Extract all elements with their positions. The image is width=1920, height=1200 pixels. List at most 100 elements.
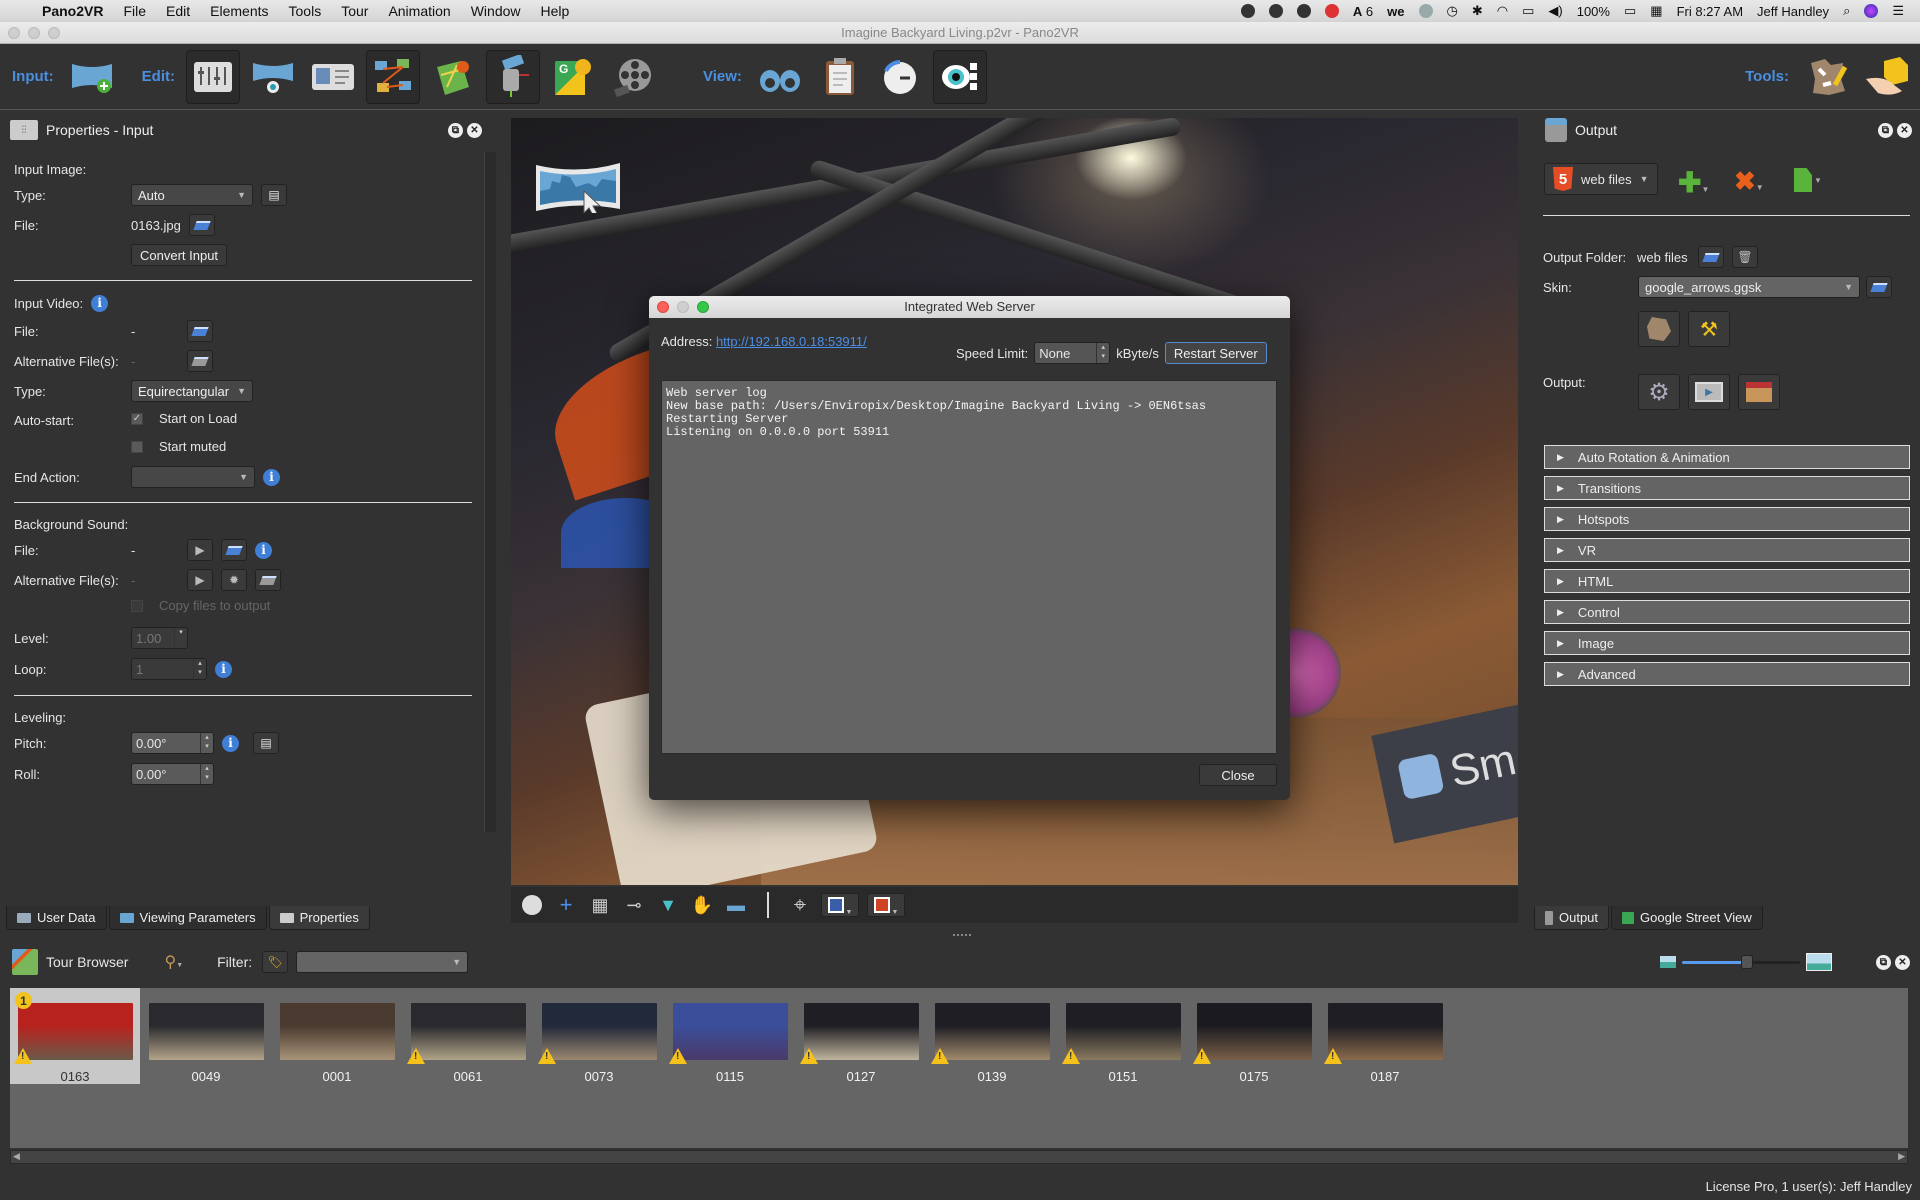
open-sound-file-button[interactable] [221, 539, 247, 561]
undock-icon[interactable]: ⧉ [448, 122, 463, 138]
stamp-menu-button[interactable]: ⚲▼ [164, 952, 183, 972]
end-action-select[interactable]: ▼ [131, 466, 255, 488]
menu-file[interactable]: File [113, 3, 156, 19]
close-icon[interactable]: ✕ [1897, 122, 1912, 138]
menu-tools[interactable]: Tools [279, 3, 332, 19]
menu-app-name[interactable]: Pano2VR [32, 3, 113, 19]
panorama-thumbnail[interactable]: 0001 [272, 988, 402, 1084]
grid-button[interactable]: ▦ [587, 892, 613, 918]
timer-button[interactable] [873, 50, 927, 104]
play-sound-button[interactable]: ▶ [187, 539, 213, 561]
panorama-thumbnail[interactable]: 0073! [534, 988, 664, 1084]
splitter-handle[interactable] [953, 934, 971, 936]
time-machine-icon[interactable]: ◷ [1447, 3, 1458, 19]
window-zoom-button[interactable] [48, 27, 60, 39]
server-log-textarea[interactable]: Web server log New base path: /Users/Env… [661, 380, 1277, 754]
panorama-thumbnail[interactable]: 0163! 1 [10, 988, 140, 1084]
package-output-button[interactable] [1738, 374, 1780, 410]
spinner-arrow-icon[interactable]: ▾ [174, 628, 187, 648]
google-street-view-button[interactable]: G [546, 50, 600, 104]
open-image-file-button[interactable] [188, 214, 215, 236]
section-hotspots[interactable]: ▶ Hotspots [1544, 507, 1910, 531]
barrier-button[interactable]: ⊸ [621, 892, 647, 918]
loop-spinbox[interactable]: 1 ▴ ▾ [131, 658, 207, 680]
tab-properties[interactable]: Properties [268, 906, 370, 930]
info-icon[interactable]: i [255, 541, 272, 559]
checkbox-unchecked[interactable] [131, 599, 143, 612]
properties-scrollbar[interactable] [484, 152, 496, 832]
play-alt-sound-button[interactable]: ▶ [187, 569, 213, 591]
calendar-tray-icon[interactable]: ▦ [1650, 3, 1662, 19]
panorama-thumbnail[interactable]: 0049 [141, 988, 271, 1084]
compass-button[interactable] [519, 892, 545, 918]
close-icon[interactable]: ✕ [467, 122, 482, 138]
wifi-icon[interactable]: ◠ [1497, 3, 1508, 19]
wetransfer-tray-icon[interactable]: we [1387, 4, 1404, 19]
user-name[interactable]: Jeff Handley [1757, 4, 1829, 19]
evernote-tray-icon[interactable] [1240, 4, 1255, 18]
speed-limit-spinbox[interactable]: None ▴ ▾ [1034, 342, 1111, 364]
copy-leveling-button[interactable]: ▤ [253, 732, 279, 754]
tour-browser-scrollbar[interactable]: ◀ ▶ [10, 1150, 1908, 1164]
open-output-folder-button[interactable] [1698, 246, 1724, 268]
floor-plan-button[interactable] [426, 50, 480, 104]
notification-center-icon[interactable]: ☰ [1892, 3, 1904, 19]
skin-editor-tool-button[interactable] [1800, 50, 1854, 104]
menu-elements[interactable]: Elements [200, 3, 278, 19]
close-button[interactable]: Close [1199, 764, 1277, 786]
preview-button[interactable] [753, 50, 807, 104]
menu-animation[interactable]: Animation [378, 3, 460, 19]
spotlight-search-icon[interactable]: ⌕ [1843, 3, 1850, 19]
add-output-button[interactable]: ✚▼ [1678, 166, 1709, 199]
level-spinbox[interactable]: 1.00 ▾ [131, 627, 188, 649]
open-skin-button[interactable] [1866, 276, 1892, 298]
filter-select[interactable]: ▼ [296, 951, 469, 973]
panorama-thumbnail[interactable]: 0127! [796, 988, 926, 1084]
menu-help[interactable]: Help [531, 3, 580, 19]
undock-icon[interactable]: ⧉ [1878, 122, 1893, 138]
sync-tray-icon[interactable] [1268, 4, 1283, 18]
properties-button[interactable] [185, 49, 240, 104]
object2vr-tool-button[interactable] [1860, 50, 1914, 104]
checkbox-checked[interactable]: ✓ [131, 412, 143, 425]
skin-select[interactable]: google_arrows.ggsk ▼ [1638, 276, 1860, 298]
clear-output-folder-button[interactable]: 🗑 [1732, 246, 1758, 268]
start-on-load-checkbox[interactable]: ✓ Start on Load [131, 411, 237, 426]
pitch-spinbox[interactable]: 0.00° ▴ ▾ [131, 732, 214, 754]
restart-server-button[interactable]: Restart Server [1164, 342, 1267, 364]
menu-edit[interactable]: Edit [156, 3, 200, 19]
window-close-button[interactable] [8, 27, 20, 39]
tab-google-street-view[interactable]: Google Street View [1611, 906, 1763, 930]
image-type-select[interactable]: Auto ▼ [131, 184, 253, 206]
clock[interactable]: Fri 8:27 AM [1677, 4, 1743, 19]
tour-map-button[interactable] [365, 49, 420, 104]
sound-settings-button[interactable]: ✹ [221, 569, 247, 591]
delete-output-button[interactable]: ✖▼ [1734, 166, 1764, 197]
roll-spinbox[interactable]: 0.00° ▴ ▾ [131, 763, 214, 785]
panorama-thumbnail[interactable]: 0139! [927, 988, 1057, 1084]
section-control[interactable]: ▶ Control [1544, 600, 1910, 624]
open-alt-sound-files-button[interactable] [255, 569, 281, 591]
panorama-thumbnail[interactable]: 0175! [1189, 988, 1319, 1084]
crosshair-toggle[interactable]: + [553, 892, 579, 918]
section-advanced[interactable]: ▶ Advanced [1544, 662, 1910, 686]
section-transitions[interactable]: ▶ Transitions [1544, 476, 1910, 500]
section-image[interactable]: ▶ Image [1544, 631, 1910, 655]
tab-output[interactable]: Output [1534, 906, 1610, 930]
add-input-panorama-button[interactable] [65, 50, 119, 104]
user-data-button[interactable] [306, 50, 360, 104]
output-template-button[interactable]: ▼ [1794, 168, 1822, 192]
dialog-zoom-button[interactable] [697, 301, 709, 313]
output-button[interactable] [485, 49, 540, 104]
window-minimize-button[interactable] [28, 27, 40, 39]
battery-percent[interactable]: 100% [1577, 4, 1610, 19]
panorama-select-button[interactable]: ▬ [723, 892, 749, 918]
panorama-thumbnail[interactable]: 0151! [1058, 988, 1188, 1084]
server-address-link[interactable]: http://192.168.0.18:53911/ [716, 334, 867, 349]
spinner-arrows-icon[interactable]: ▴ ▾ [193, 659, 206, 679]
view-cone-button[interactable]: ▼ [655, 892, 681, 918]
spinner-arrows-icon[interactable]: ▴ ▾ [200, 764, 213, 784]
dialog-minimize-button[interactable] [677, 301, 689, 313]
menu-tour[interactable]: Tour [331, 3, 378, 19]
panorama-thumbnail[interactable]: 0187! [1320, 988, 1450, 1084]
